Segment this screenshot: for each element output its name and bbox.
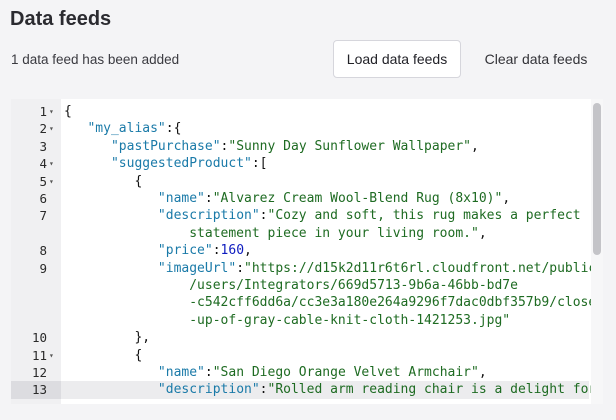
code-token: "pastPurchase" bbox=[110, 138, 221, 154]
code-token: "my_alias" bbox=[87, 121, 166, 137]
line-number: 9 bbox=[39, 260, 47, 276]
code-token: -up-of-gray-cable-knit-cloth-1421253.jpg… bbox=[64, 312, 511, 328]
line-number: 5 bbox=[39, 173, 47, 189]
code-line: "pastPurchase":"Sunny Day Sunflower Wall… bbox=[64, 138, 479, 155]
code-token: { bbox=[64, 173, 143, 189]
code-token: , bbox=[502, 191, 511, 206]
line-number: 2 bbox=[39, 121, 47, 137]
code-token: "description" bbox=[157, 382, 260, 398]
code-line: "my_alias":{ bbox=[64, 120, 181, 137]
code-token: "https://d15k2d11r6t6rl.cloudfront.net/p… bbox=[244, 260, 597, 276]
code-line: -up-of-gray-cable-knit-cloth-1421253.jpg… bbox=[64, 312, 510, 329]
line-number: 12 bbox=[31, 365, 47, 380]
code-token: "name" bbox=[157, 365, 205, 380]
code-token: , bbox=[244, 243, 252, 259]
line-number: 4 bbox=[39, 156, 47, 172]
line-number: 11 bbox=[31, 347, 47, 363]
fold-arrow-icon[interactable]: ▾ bbox=[49, 155, 59, 172]
load-data-feeds-button[interactable]: Load data feeds bbox=[333, 40, 461, 78]
code-token: "suggestedProduct" bbox=[110, 156, 252, 172]
line-number: 13 bbox=[31, 382, 47, 398]
code-line: { bbox=[64, 103, 72, 120]
code-token: { bbox=[64, 347, 143, 363]
code-line: "name":"San Diego Orange Velvet Armchair… bbox=[64, 364, 487, 381]
clear-data-feeds-button[interactable]: Clear data feeds bbox=[474, 40, 598, 78]
code-token: , bbox=[478, 365, 487, 380]
code-token: "name" bbox=[157, 191, 205, 206]
code-token: "description" bbox=[157, 208, 260, 224]
line-number: 8 bbox=[39, 243, 47, 259]
code-token: statement piece in your living room." bbox=[64, 225, 479, 241]
code-token: "imageUrl" bbox=[157, 260, 237, 276]
line-number: 7 bbox=[39, 208, 47, 224]
code-line: { bbox=[64, 173, 142, 190]
code-token: , bbox=[471, 138, 479, 154]
code-token: : bbox=[236, 260, 245, 276]
code-line: "description":"Cozy and soft, this rug m… bbox=[64, 207, 581, 224]
code-token: : bbox=[204, 365, 213, 380]
code-line: "price":160, bbox=[64, 242, 252, 259]
code-token: : bbox=[212, 243, 221, 259]
code-token: "price" bbox=[157, 243, 213, 259]
code-editor[interactable]: 1 ▾{2 ▾ "my_alias":{3 "pastPurchase":"Sunn… bbox=[11, 99, 603, 404]
code-token: /users/Integrators/669d5713-9b6a-46bb-bd… bbox=[64, 278, 518, 293]
code-line: "suggestedProduct":[ bbox=[64, 155, 268, 172]
fold-arrow-icon[interactable]: ▾ bbox=[49, 347, 59, 364]
code-token: "Rolled arm reading chair is a delight f… bbox=[267, 382, 597, 398]
code-token: , bbox=[478, 225, 487, 241]
code-line: "description":"Rolled arm reading chair … bbox=[64, 381, 596, 398]
code-line: { bbox=[64, 347, 142, 364]
line-number: 10 bbox=[31, 330, 47, 346]
scrollbar-thumb[interactable] bbox=[593, 103, 601, 255]
code-token: : bbox=[259, 208, 268, 224]
code-token: -c542cff6dd6a/cc3e3a180e264a9296f7dac0db… bbox=[64, 295, 597, 311]
code-token: "Sunny Day Sunflower Wallpaper" bbox=[228, 138, 472, 154]
line-number: 6 bbox=[39, 191, 47, 206]
fold-arrow-icon[interactable]: ▾ bbox=[49, 120, 59, 137]
code-line: -c542cff6dd6a/cc3e3a180e264a9296f7dac0db… bbox=[64, 294, 596, 311]
line-number: 3 bbox=[39, 138, 47, 154]
code-line: statement piece in your living room.", bbox=[64, 225, 487, 242]
code-line: "name":"Alvarez Cream Wool-Blend Rug (8x… bbox=[64, 190, 510, 207]
code-token: "Alvarez Cream Wool-Blend Rug (8x10)" bbox=[212, 191, 503, 206]
code-line: }, bbox=[64, 329, 150, 346]
line-number: 1 bbox=[39, 104, 47, 119]
code-token: }, bbox=[64, 330, 151, 346]
code-token: :[ bbox=[251, 156, 268, 172]
page-title: Data feeds bbox=[10, 8, 112, 30]
code-line: "imageUrl":"https://d15k2d11r6t6rl.cloud… bbox=[64, 260, 596, 277]
fold-arrow-icon[interactable]: ▾ bbox=[49, 173, 59, 190]
fold-arrow-icon[interactable]: ▾ bbox=[49, 103, 59, 120]
status-text: 1 data feed has been added bbox=[11, 52, 180, 67]
code-token: 160 bbox=[220, 243, 245, 259]
code-token: { bbox=[64, 104, 72, 119]
vertical-scrollbar[interactable] bbox=[591, 99, 603, 404]
code-token: "San Diego Orange Velvet Armchair" bbox=[212, 365, 479, 380]
code-token: "Cozy and soft, this rug makes a perfect bbox=[267, 208, 581, 224]
code-token: :{ bbox=[165, 121, 182, 137]
code-token: : bbox=[204, 191, 213, 206]
code-line: /users/Integrators/669d5713-9b6a-46bb-bd… bbox=[64, 277, 518, 294]
code-token: : bbox=[259, 382, 268, 398]
